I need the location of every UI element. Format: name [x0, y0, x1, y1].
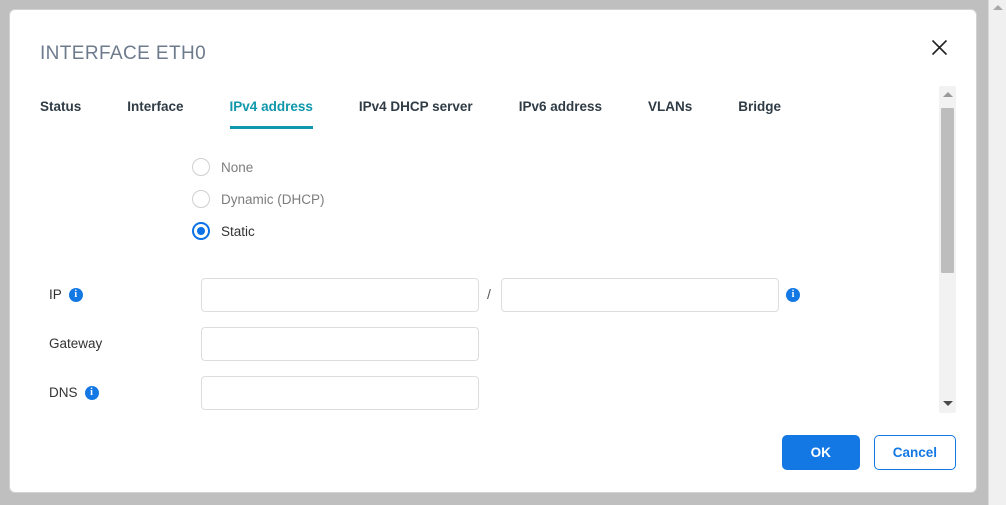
dns-label: DNS i — [49, 385, 99, 400]
ok-button[interactable]: OK — [781, 435, 860, 470]
tab-status[interactable]: Status — [40, 98, 81, 129]
radio-static-icon[interactable] — [192, 222, 210, 240]
tab-ipv4-dhcp-server[interactable]: IPv4 DHCP server — [359, 98, 473, 129]
radio-option-dynamic-dhcp[interactable]: Dynamic (DHCP) — [192, 188, 325, 210]
ipv4-address-form: None Dynamic (DHCP) Static IP i / i Gate… — [10, 136, 930, 422]
radio-option-static[interactable]: Static — [192, 220, 255, 242]
gateway-label-text: Gateway — [49, 336, 103, 351]
dns-label-text: DNS — [49, 385, 78, 400]
radio-dynamic-dhcp-icon[interactable] — [192, 190, 210, 208]
tab-bar: Status Interface IPv4 address IPv4 DHCP … — [40, 98, 827, 134]
dialog-footer: OK Cancel — [781, 435, 956, 470]
ip-info-icon[interactable]: i — [68, 287, 83, 302]
dialog-content-scrollbar[interactable] — [939, 86, 956, 413]
tab-bridge[interactable]: Bridge — [738, 98, 781, 129]
ip-netmask-input[interactable] — [501, 278, 779, 312]
dialog-title: INTERFACE ETH0 — [40, 43, 207, 64]
gateway-input[interactable] — [201, 327, 479, 361]
dns-info-icon[interactable]: i — [84, 385, 99, 400]
content-scroll-up-arrow-icon[interactable] — [942, 92, 953, 97]
tab-ipv4-address[interactable]: IPv4 address — [229, 98, 313, 129]
ip-label-text: IP — [49, 287, 62, 302]
radio-static-label: Static — [221, 223, 255, 239]
netmask-info-icon[interactable]: i — [786, 288, 800, 302]
ip-input[interactable] — [201, 278, 479, 312]
close-icon[interactable] — [924, 32, 954, 62]
ip-label: IP i — [49, 287, 83, 302]
ip-mask-separator: / — [487, 286, 491, 302]
radio-dynamic-dhcp-label: Dynamic (DHCP) — [221, 191, 325, 207]
tab-interface[interactable]: Interface — [127, 98, 183, 129]
scroll-up-arrow-icon[interactable] — [992, 5, 1003, 10]
interface-dialog: INTERFACE ETH0 Status Interface IPv4 add… — [9, 9, 977, 493]
radio-option-none[interactable]: None — [192, 156, 253, 178]
cancel-button[interactable]: Cancel — [873, 435, 956, 470]
content-scrollbar-thumb[interactable] — [941, 108, 954, 273]
gateway-label: Gateway — [49, 336, 102, 351]
radio-none-icon[interactable] — [192, 158, 210, 176]
tab-vlans[interactable]: VLANs — [648, 98, 692, 129]
dns-input[interactable] — [201, 376, 479, 410]
radio-none-label: None — [221, 159, 254, 175]
page-scrollbar[interactable] — [988, 0, 1006, 505]
tab-ipv6-address[interactable]: IPv6 address — [519, 98, 602, 129]
content-scroll-down-arrow-icon[interactable] — [942, 401, 953, 406]
